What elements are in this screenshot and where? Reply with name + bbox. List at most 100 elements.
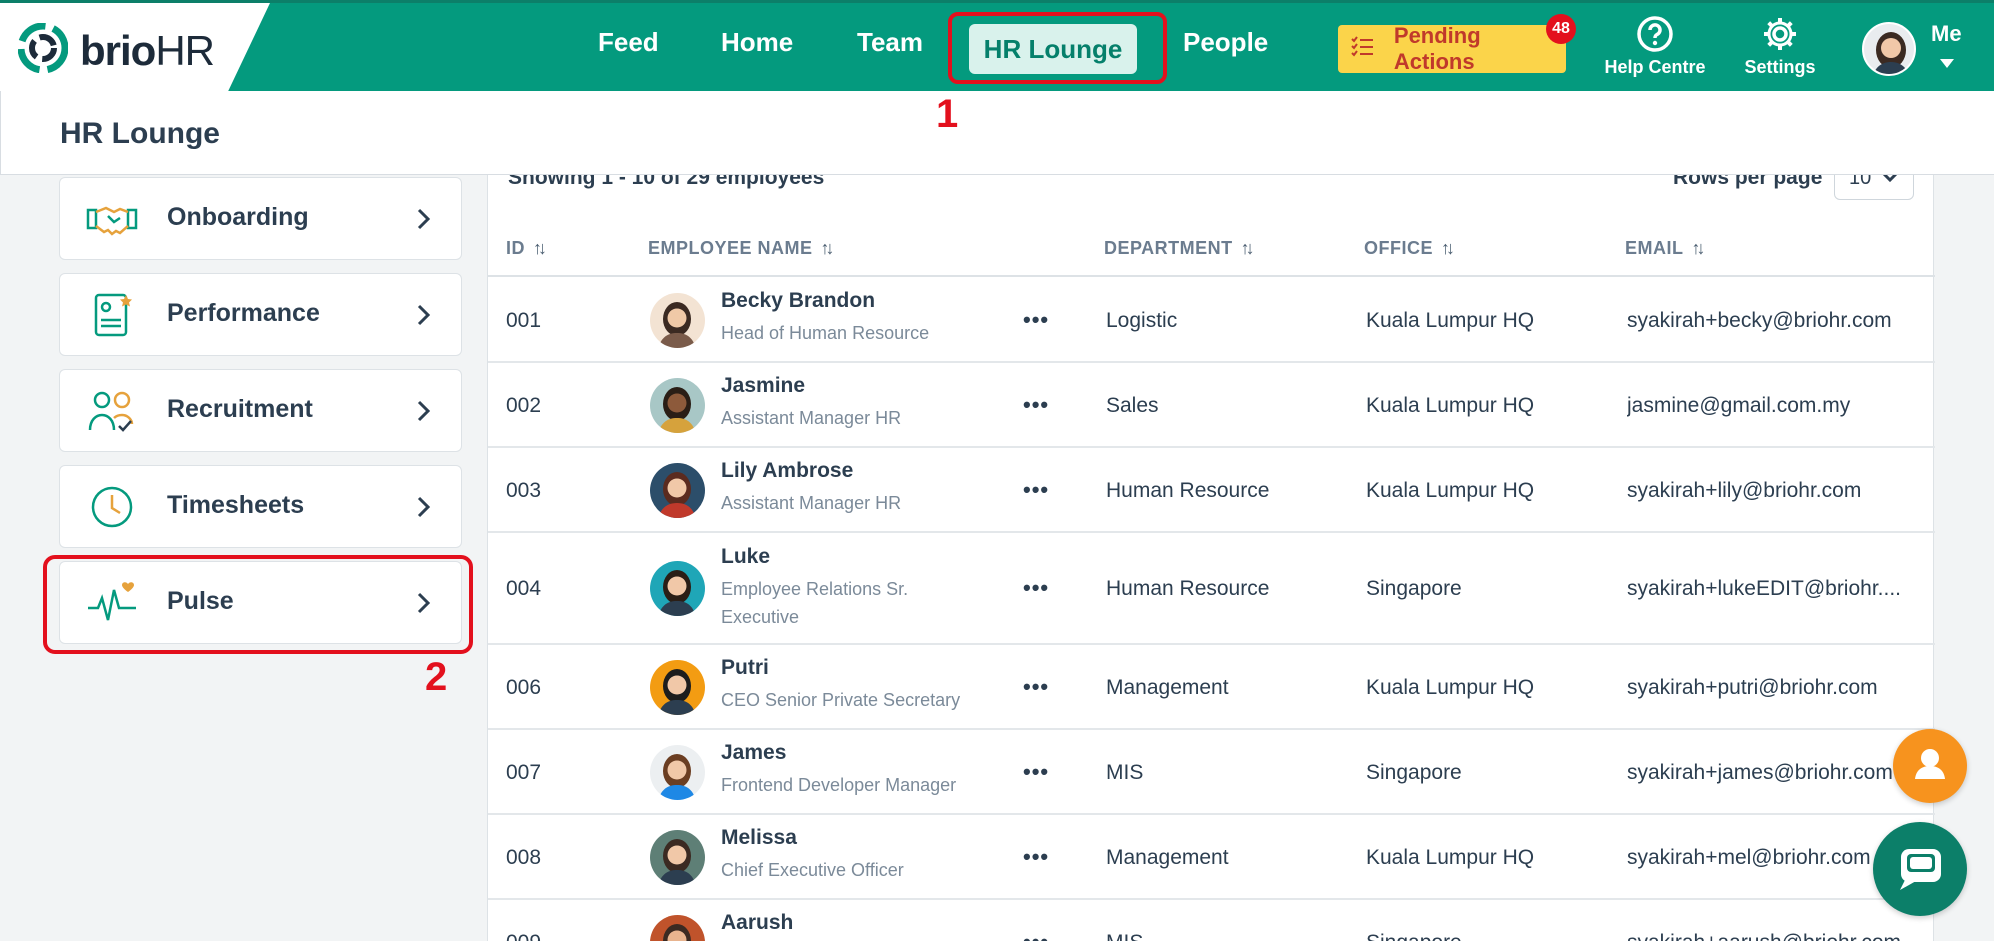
avatar[interactable] [650, 462, 705, 518]
chat-fab-button[interactable] [1873, 822, 1967, 916]
more-options-icon[interactable]: ••• [1023, 575, 1049, 601]
sidebar-item-performance[interactable]: Performance [59, 273, 462, 356]
chevron-right-icon [417, 496, 431, 518]
settings-button[interactable]: Settings [1720, 15, 1840, 78]
help-centre-button[interactable]: Help Centre [1595, 15, 1715, 78]
employee-job-title: Employee Relations Sr. Executive [721, 579, 909, 627]
employee-name[interactable]: Aarush [721, 911, 793, 935]
avatar[interactable] [650, 829, 705, 885]
employee-job-title: Assistant Manager HR [721, 407, 902, 428]
table-row[interactable]: 006 Putri CEO Senior Private Secretary ••• M… [488, 645, 1935, 730]
employee-office: Kuala Lumpur HQ [1366, 845, 1535, 869]
avatar[interactable] [650, 561, 705, 616]
person-icon [1915, 749, 1945, 779]
more-options-icon[interactable]: ••• [1023, 307, 1049, 333]
employee-office: Singapore [1366, 931, 1462, 941]
highlight-box-pulse [43, 555, 473, 654]
employee-id: 004 [506, 577, 542, 600]
employee-office: Singapore [1366, 577, 1462, 600]
employee-name[interactable]: Melissa [721, 826, 797, 850]
sort-icon[interactable]: ↑↓ [821, 238, 835, 259]
column-header-id[interactable]: ID ↑↓ [506, 238, 547, 259]
employee-name[interactable]: Jasmine [721, 374, 805, 398]
table-row[interactable]: 004 Luke Employee Relations Sr. Executive •… [488, 533, 1935, 645]
employee-job-title: Assistant Manager HR [721, 492, 902, 513]
nav-feed[interactable]: Feed [598, 27, 659, 58]
employee-name[interactable]: Lily Ambrose [721, 459, 853, 483]
me-label[interactable]: Me [1931, 21, 1962, 47]
employee-department: Human Resource [1106, 478, 1270, 502]
pending-actions-button[interactable]: Pending Actions [1338, 23, 1566, 74]
sort-icon[interactable]: ↑↓ [1441, 238, 1455, 259]
employee-email[interactable]: jasmine@gmail.com.my [1627, 394, 1927, 418]
chevron-down-icon[interactable] [1940, 59, 1954, 68]
employee-id: 007 [506, 760, 542, 784]
avatar[interactable] [650, 914, 705, 941]
employee-name[interactable]: Putri [721, 656, 769, 680]
employee-job-title: CEO Senior Private Secretary [721, 689, 961, 710]
employee-name[interactable]: Luke [721, 545, 770, 569]
sidebar-item-onboarding[interactable]: Onboarding [59, 177, 462, 260]
avatar[interactable] [650, 744, 705, 800]
brand-name: brioHR [80, 27, 215, 74]
pending-count-badge: 48 [1546, 14, 1576, 44]
employee-office: Kuala Lumpur HQ [1366, 308, 1535, 332]
more-options-icon[interactable]: ••• [1023, 759, 1049, 785]
avatar[interactable] [650, 292, 705, 348]
settings-label: Settings [1744, 57, 1816, 77]
employee-department: Logistic [1106, 308, 1178, 332]
employee-job-title: Head of Human Resource [721, 322, 930, 343]
more-options-icon[interactable]: ••• [1023, 477, 1049, 503]
table-row[interactable]: 008 Melissa Chief Executive Officer ••• Mana… [488, 815, 1935, 900]
brand-logo[interactable]: brioHR [0, 3, 270, 94]
sort-icon[interactable]: ↑↓ [1241, 238, 1255, 259]
avatar[interactable] [650, 377, 705, 433]
employee-name[interactable]: Becky Brandon [721, 289, 875, 313]
sort-icon[interactable]: ↑↓ [1692, 238, 1706, 259]
table-row[interactable]: 007 James Frontend Developer Manager ••• MIS… [488, 730, 1935, 815]
page-title: HR Lounge [60, 117, 220, 150]
more-options-icon[interactable]: ••• [1023, 674, 1049, 700]
employee-email[interactable]: syakirah+lukeEDIT@briohr.... [1627, 577, 1927, 601]
table-row[interactable]: 003 Lily Ambrose Assistant Manager HR ••• Hu… [488, 448, 1935, 533]
employee-id: 008 [506, 845, 542, 869]
nav-home[interactable]: Home [721, 27, 793, 58]
callout-number-1: 1 [936, 92, 959, 136]
employee-id: 003 [506, 478, 542, 502]
user-avatar[interactable] [1862, 22, 1916, 76]
sidebar-item-timesheets[interactable]: Timesheets [59, 465, 462, 548]
more-options-icon[interactable]: ••• [1023, 392, 1049, 418]
employee-id: 002 [506, 393, 542, 417]
nav-team[interactable]: Team [857, 27, 923, 58]
nav-people[interactable]: People [1183, 27, 1268, 58]
employee-email[interactable]: syakirah+putri@briohr.com [1627, 676, 1927, 700]
employee-department: MIS [1106, 760, 1144, 784]
employee-email[interactable]: syakirah+aarush@briohr.com [1627, 931, 1927, 941]
page-header: HR Lounge [0, 91, 1994, 175]
help-centre-label: Help Centre [1604, 57, 1706, 77]
profile-fab-button[interactable] [1893, 729, 1967, 803]
sidebar-item-recruitment[interactable]: Recruitment [59, 369, 462, 452]
column-header-office[interactable]: OFFICE ↑↓ [1364, 238, 1455, 259]
employee-id: 001 [506, 308, 542, 332]
recruitment-icon [88, 391, 134, 432]
employee-name[interactable]: James [721, 741, 786, 765]
column-header-department[interactable]: DEPARTMENT ↑↓ [1104, 238, 1255, 259]
performance-report-icon [94, 293, 132, 337]
employee-email[interactable]: syakirah+lily@briohr.com [1627, 479, 1927, 503]
column-header-employee-name[interactable]: EMPLOYEE NAME ↑↓ [648, 238, 835, 259]
employee-job-title: Chief Executive Officer [721, 859, 904, 880]
more-options-icon[interactable]: ••• [1023, 929, 1049, 941]
help-icon [1637, 16, 1673, 52]
more-options-icon[interactable]: ••• [1023, 844, 1049, 870]
column-header-email[interactable]: EMAIL ↑↓ [1625, 238, 1706, 259]
table-row[interactable]: 009 Aarush ••• MIS Singapore syakirah+aarush@… [488, 900, 1935, 941]
chat-icon [1900, 849, 1941, 890]
employee-email[interactable]: syakirah+james@briohr.com [1627, 761, 1927, 785]
avatar[interactable] [650, 659, 705, 715]
employee-email[interactable]: syakirah+becky@briohr.com [1627, 309, 1927, 333]
table-row[interactable]: 002 Jasmine Assistant Manager HR ••• Sales Ku… [488, 363, 1935, 448]
employee-department: MIS [1106, 931, 1143, 941]
sort-icon[interactable]: ↑↓ [533, 238, 547, 259]
table-row[interactable]: 001 Becky Brandon Head of Human Resource ••… [488, 278, 1935, 363]
